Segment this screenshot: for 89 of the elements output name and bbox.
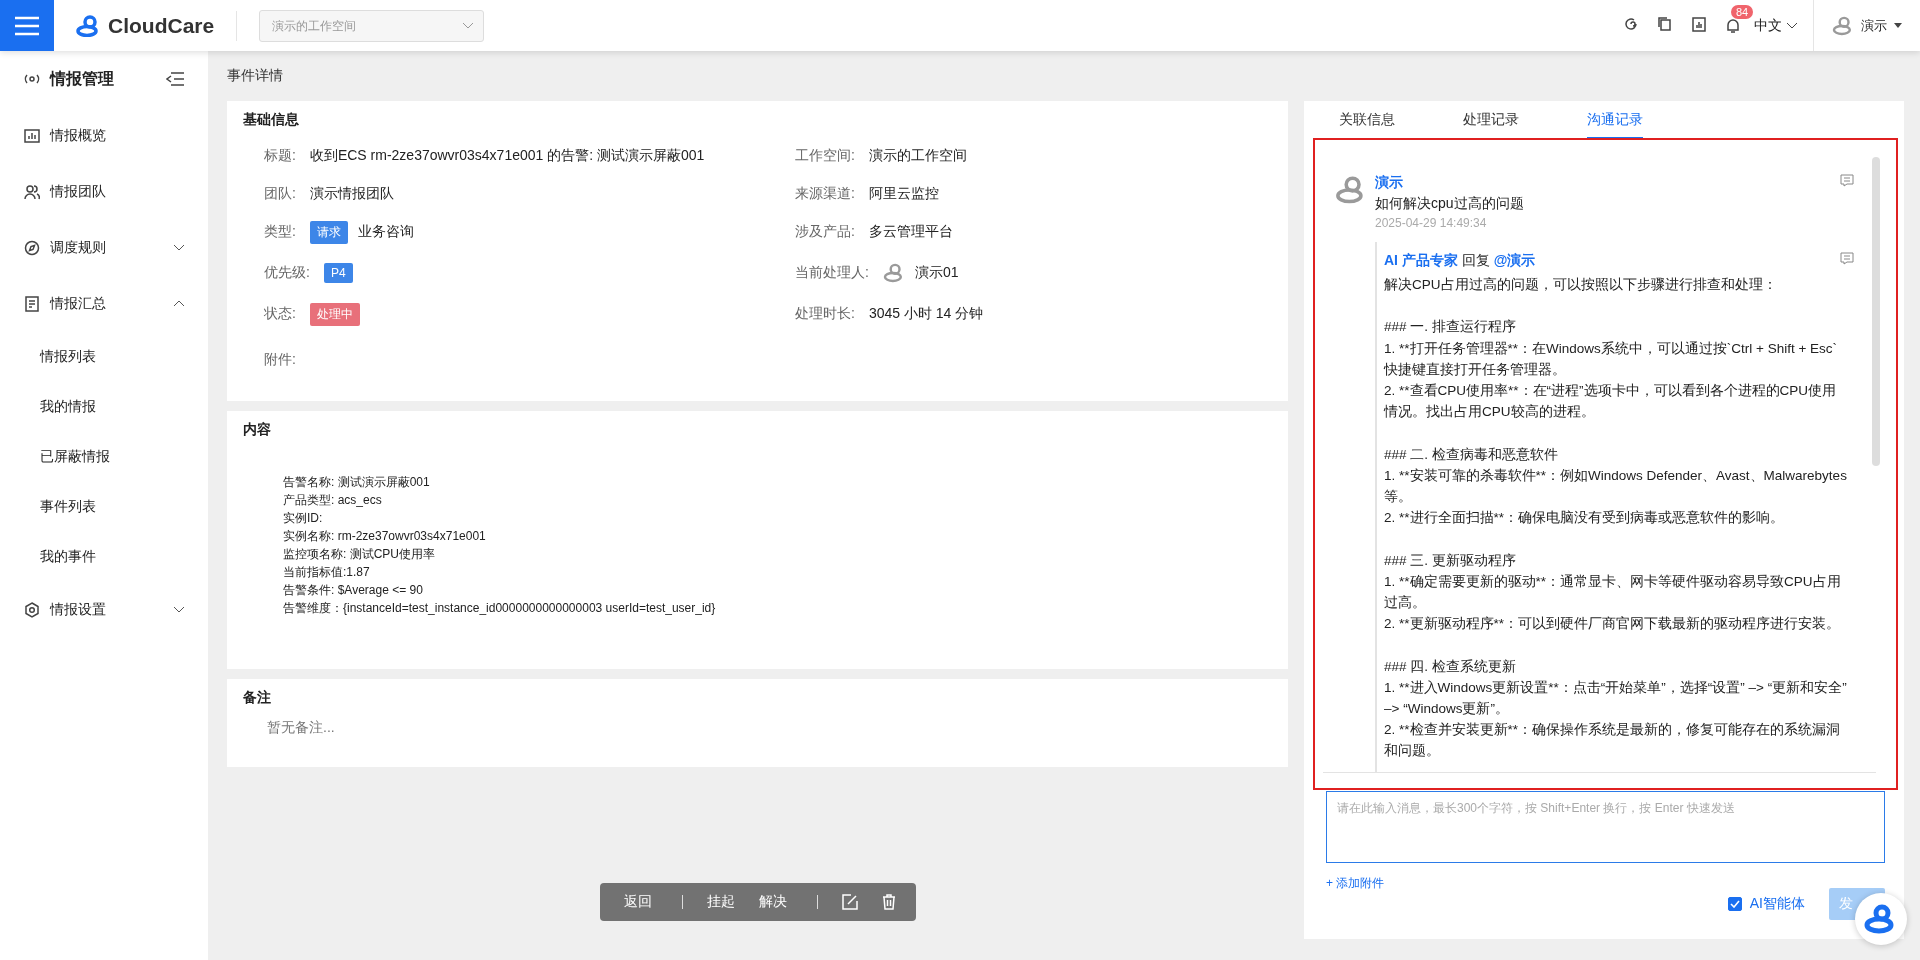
sidebar-subitem[interactable]: 情报列表 bbox=[0, 332, 208, 382]
toolbar-button[interactable]: 挂起 bbox=[682, 893, 735, 911]
content-line: 产品类型: acs_ecs bbox=[283, 492, 383, 509]
add-attachment-link[interactable]: + 添加附件 bbox=[1326, 875, 1385, 892]
brand-name: CloudCare bbox=[108, 13, 215, 38]
field-label: 工作空间: bbox=[795, 147, 855, 165]
sidebar-subitem[interactable]: 我的事件 bbox=[0, 532, 208, 582]
content-line: 当前指标值:1.87 bbox=[283, 564, 371, 581]
toolbar-button[interactable]: 解决 bbox=[734, 893, 787, 911]
reply-text: 解决CPU占用过高的问题，可以按照以下步骤进行排查和处理： ### 一. 排查运行程序 1. **打开任务管理器**：在Windows系统中，可以通过按`Ctrl + Shift + Esc`快捷键直接打开任务管理器。 2. **查看CPU使用率**：在“进程”选项卡中，可以看到各个进程的CPU使用情况。找出占用CPU较高的进程。 ### 二. 检查病毒和恶意软件 1. **安装可靠的杀毒软件**：例如Windows Defender、Avast、Malwarebytes等。 2. **进行全面扫描**：确保电脑没有受到病毒或恶意软件的影响。 ### 三. 更新驱动程序 1. **确定需要更新的驱动**：通常显卡、网卡等硬件驱动容易导致CPU占用过高。 2. **更新驱动程序**：可以到硬件厂商官网下载最新的驱动程序进行安装。 ### 四. 检查系统更新 1. **进入Windows更新设置**：点击“开始菜单”，选择“设置” –> “更新和安全” –> “Windows更新”。 2. **检查并安装更新**：确保操作系统是最新的，修复可能存在的系统漏洞和问题。 bbox=[1384, 276, 1848, 761]
field-label: 涉及产品: bbox=[795, 223, 855, 241]
tag: P4 bbox=[323, 263, 353, 283]
field-label: 团队: bbox=[264, 185, 296, 203]
content-line: 实例ID: bbox=[283, 510, 324, 527]
check-icon bbox=[1729, 900, 1740, 908]
users-icon bbox=[24, 184, 40, 200]
sidebar-subitem[interactable]: 我的情报 bbox=[0, 382, 208, 432]
language-select[interactable]: 中文 bbox=[1754, 16, 1797, 35]
comment-icon[interactable] bbox=[1840, 174, 1854, 187]
content-line: 告警条件: $Average <= 90 bbox=[283, 582, 424, 599]
collapse-icon[interactable] bbox=[166, 72, 184, 86]
tag: 处理中 bbox=[309, 302, 360, 326]
content-line: 告警维度：{instanceId=test_instance_id0000000000000003 userId=test_user_id} bbox=[283, 600, 717, 617]
chevron-down-icon bbox=[1787, 22, 1797, 29]
content-line: 监控项名称: 测试CPU使用率 bbox=[283, 546, 436, 563]
sidebar-item[interactable]: 情报概览 bbox=[0, 108, 208, 164]
chart-icon bbox=[24, 128, 40, 144]
edit-icon[interactable] bbox=[841, 894, 858, 910]
sidebar-subitem[interactable]: 已屏蔽情报 bbox=[0, 432, 208, 482]
tab[interactable]: 关联信息 bbox=[1329, 101, 1453, 138]
checkbox[interactable] bbox=[1727, 897, 1742, 911]
field-label: 状态: bbox=[264, 305, 296, 323]
sidebar-item[interactable]: 情报设置 bbox=[0, 582, 208, 638]
reply-header: AI 产品专家 回复 @演示 bbox=[1384, 252, 1536, 270]
field-value: 演示01 bbox=[914, 264, 959, 282]
breadcrumb: 事件详情 bbox=[227, 66, 284, 85]
swirl-icon[interactable] bbox=[1623, 16, 1639, 32]
notification-badge: 84 bbox=[1731, 4, 1754, 19]
sidebar-item[interactable]: 调度规则 bbox=[0, 220, 208, 276]
tab[interactable]: 沟通记录 bbox=[1577, 101, 1701, 138]
compass-icon bbox=[24, 240, 40, 256]
content-line: 告警名称: 测试演示屏蔽001 bbox=[283, 474, 431, 491]
bell-icon[interactable] bbox=[1725, 17, 1741, 34]
trash-icon[interactable] bbox=[881, 894, 896, 910]
message-input[interactable]: 请在此输入消息，最长300个字符，按 Shift+Enter 换行，按 Enter 快速发送 bbox=[1326, 791, 1885, 863]
field-value: 阿里云监控 bbox=[868, 185, 939, 203]
field-label: 当前处理人: bbox=[795, 264, 869, 282]
field-label: 附件: bbox=[264, 351, 296, 369]
field-value: 演示情报团队 bbox=[309, 185, 394, 203]
author-name: 演示 bbox=[1375, 174, 1403, 192]
tag: 请求 bbox=[309, 220, 348, 244]
sidebar-subitem[interactable]: 事件列表 bbox=[0, 482, 208, 532]
avatar-icon bbox=[882, 262, 905, 284]
empty-notes-text: 暂无备注... bbox=[267, 719, 336, 737]
checkbox-label[interactable]: AI智能体 bbox=[1749, 895, 1805, 913]
section-title: 备注 bbox=[243, 689, 272, 707]
sidebar-title: 情报管理 bbox=[50, 68, 115, 89]
content-line: 实例名称: rm-2ze37owvr03s4x71e001 bbox=[283, 528, 487, 545]
field-value: 业务咨询 bbox=[357, 223, 414, 241]
section-title: 内容 bbox=[243, 421, 272, 439]
field-label: 处理时长: bbox=[795, 305, 855, 323]
message-text: 如何解决cpu过高的问题 bbox=[1375, 195, 1525, 213]
document-icon bbox=[24, 296, 40, 312]
menu-icon bbox=[15, 15, 39, 36]
workspace-input[interactable]: 演示的工作空间 bbox=[270, 11, 451, 40]
field-value: 收到ECS rm-2ze37owvr03s4x71e001 的告警: 测试演示屏蔽001 bbox=[309, 147, 705, 165]
tab[interactable]: 处理记录 bbox=[1453, 101, 1577, 138]
sidebar-item[interactable]: 情报汇总 bbox=[0, 276, 208, 332]
chevron-down-icon bbox=[463, 22, 474, 29]
field-value: 多云管理平台 bbox=[868, 223, 953, 241]
workspace-select[interactable]: 演示的工作空间 bbox=[259, 9, 485, 42]
caret-icon bbox=[1894, 23, 1902, 28]
copy-icon[interactable] bbox=[1657, 16, 1673, 32]
field-label: 来源渠道: bbox=[795, 185, 855, 203]
toolbar-button[interactable]: 返回 bbox=[599, 893, 652, 911]
field-value: 3045 小时 14 分钟 bbox=[868, 305, 984, 323]
user-menu[interactable]: 演示 bbox=[1813, 0, 1920, 51]
hexagon-gear-icon bbox=[24, 602, 40, 618]
menu-button[interactable] bbox=[0, 0, 54, 51]
comment-icon[interactable] bbox=[1840, 252, 1854, 265]
section-title: 基础信息 bbox=[243, 111, 300, 129]
field-value: 演示的工作空间 bbox=[868, 147, 967, 165]
field-label: 优先级: bbox=[264, 264, 310, 282]
message-time: 2025-04-29 14:49:34 bbox=[1375, 216, 1488, 230]
field-label: 标题: bbox=[264, 147, 296, 165]
clipboard-icon[interactable] bbox=[1691, 16, 1707, 32]
sidebar-item[interactable]: 情报团队 bbox=[0, 164, 208, 220]
field-label: 类型: bbox=[264, 223, 296, 241]
avatar-icon bbox=[1832, 14, 1854, 37]
